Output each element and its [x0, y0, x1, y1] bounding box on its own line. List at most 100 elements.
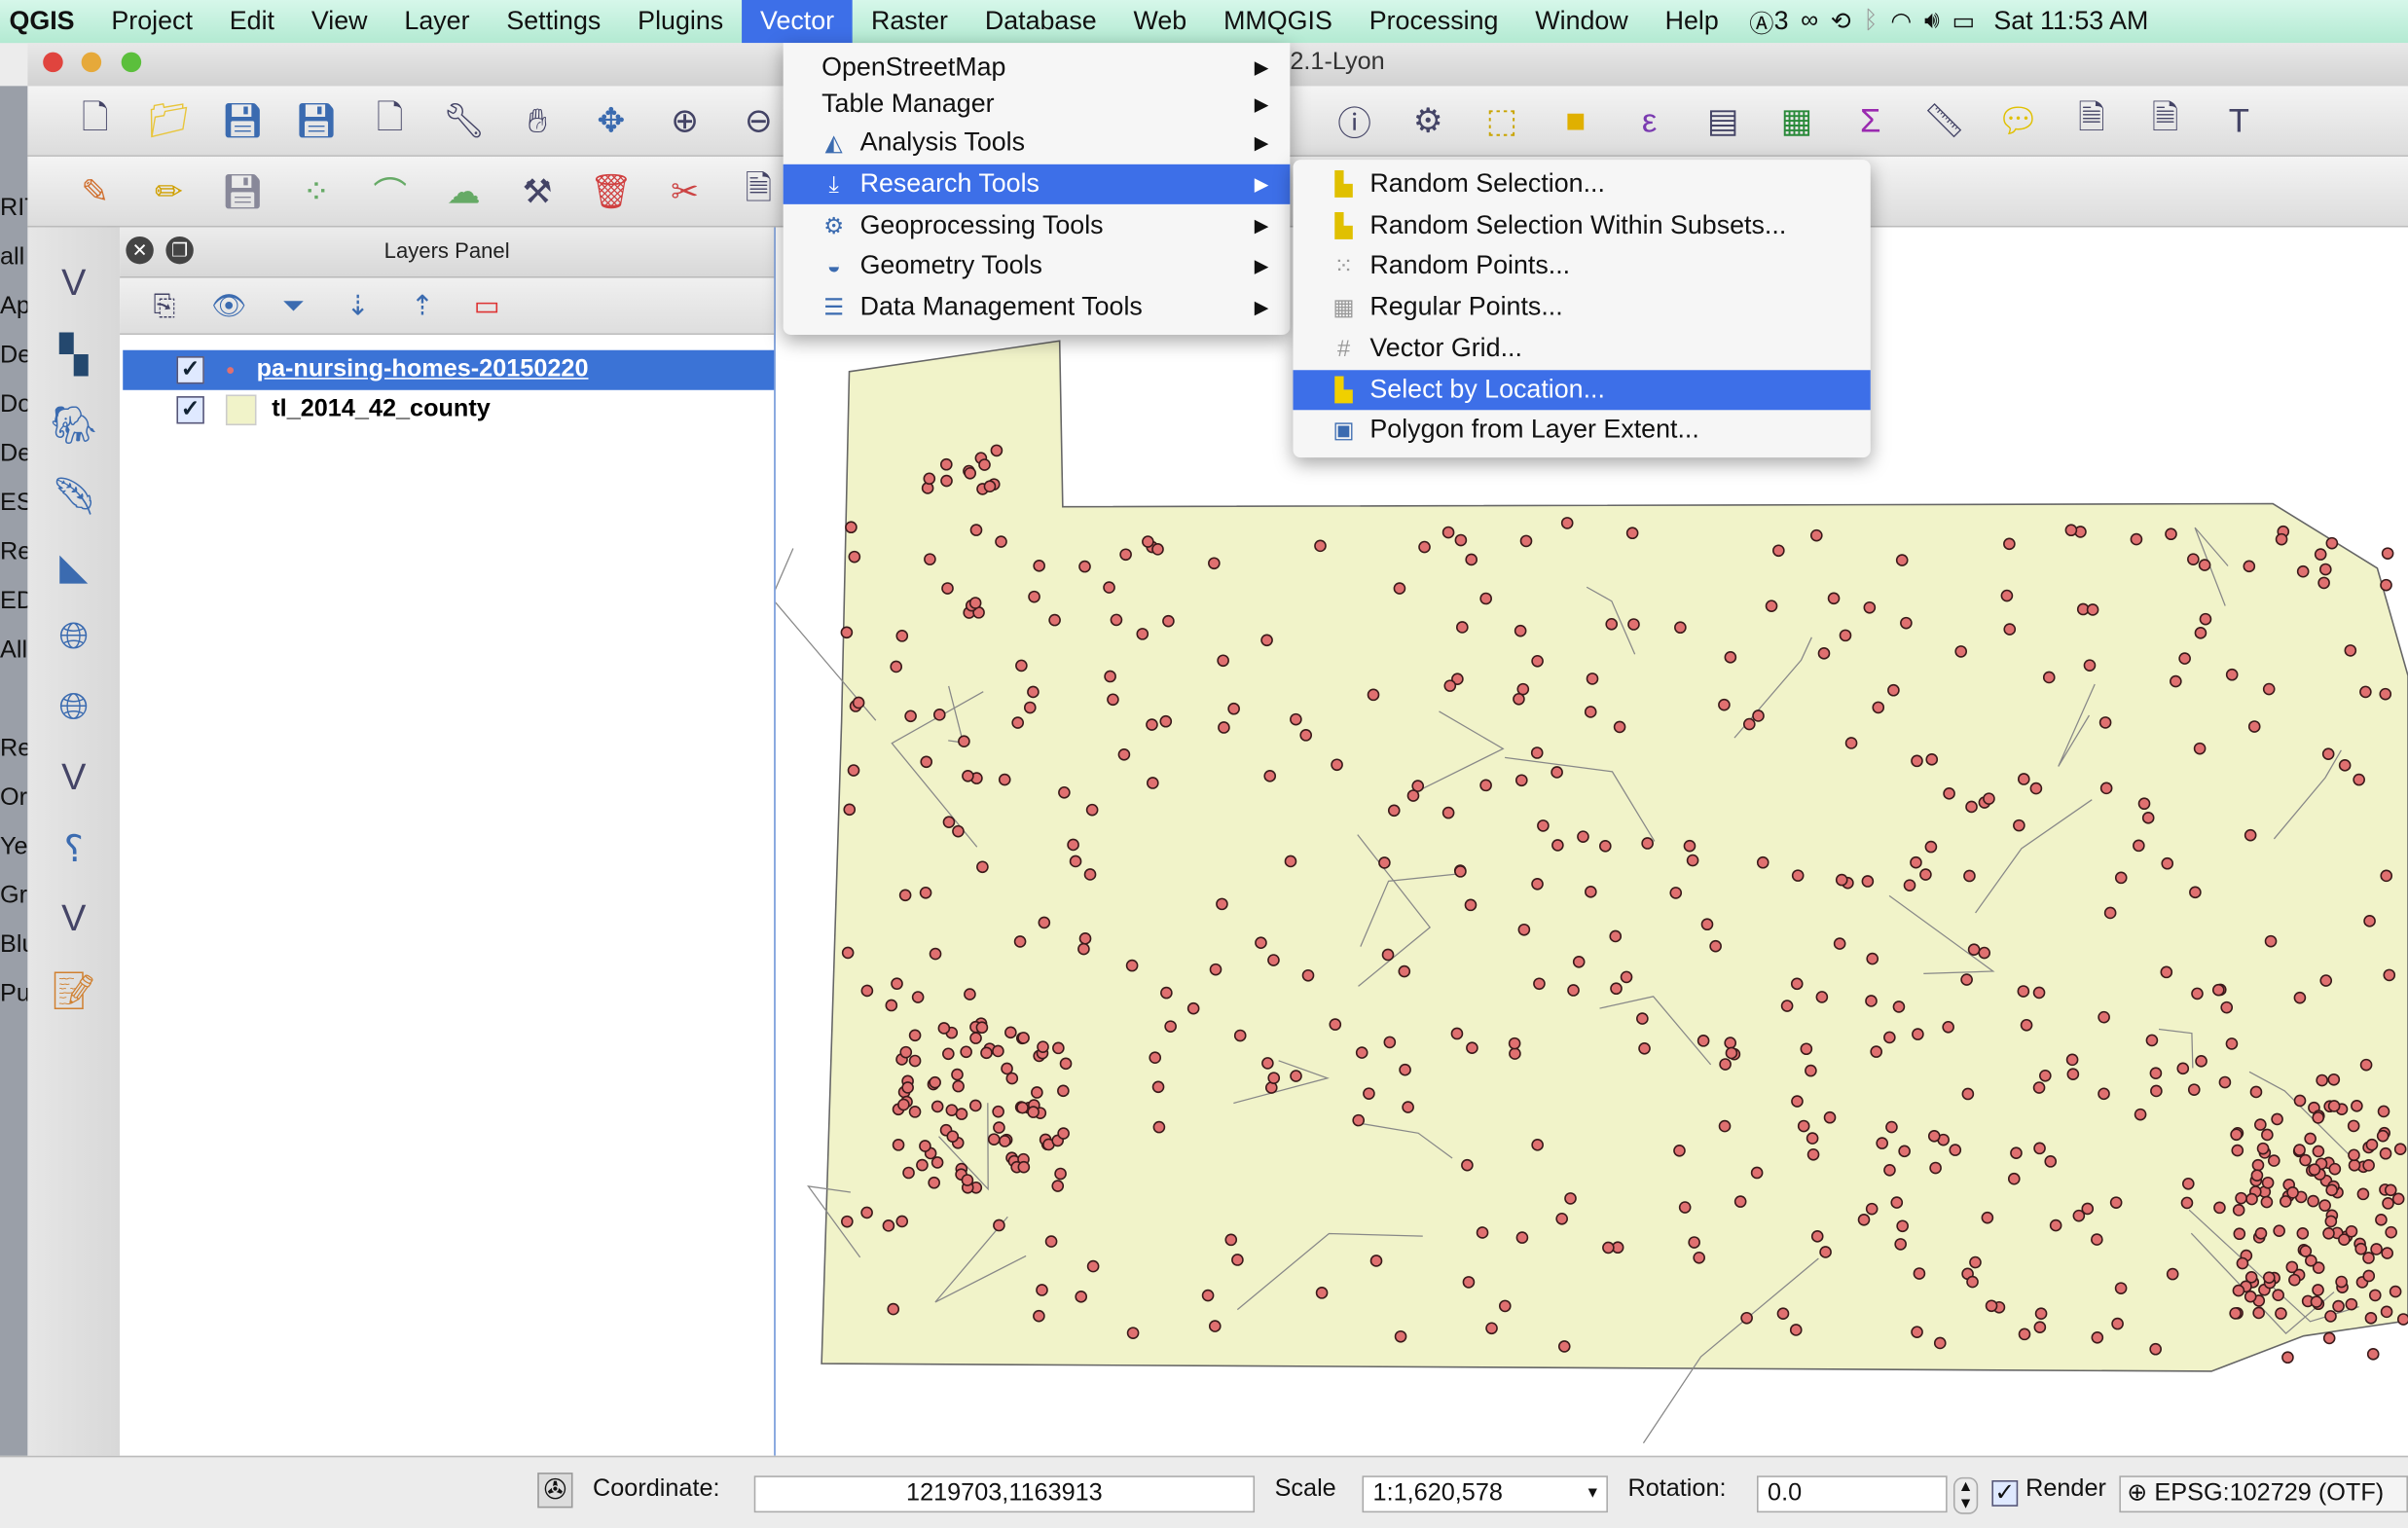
nursing-home-point[interactable] — [1465, 553, 1478, 566]
nursing-home-point[interactable] — [1208, 1320, 1222, 1332]
nursing-home-point[interactable] — [1260, 634, 1273, 647]
nursing-home-point[interactable] — [1969, 1255, 1982, 1269]
nursing-home-point[interactable] — [920, 755, 933, 769]
add-spatialite-layer-icon[interactable]: 🪶︎ — [51, 473, 97, 519]
nursing-home-point[interactable] — [2261, 1176, 2275, 1189]
nursing-home-point[interactable] — [1954, 645, 1968, 658]
nursing-home-point[interactable] — [919, 1140, 931, 1152]
nursing-home-point[interactable] — [1255, 936, 1267, 950]
layer-item-nursing-homes[interactable]: ✓ ● pa-nursing-homes-20150220 — [123, 349, 775, 390]
menu-qgis[interactable]: QGIS — [0, 0, 92, 43]
move-feature-icon[interactable]: ☁︎ — [441, 168, 487, 214]
nursing-home-point[interactable] — [924, 553, 936, 565]
nursing-home-point[interactable] — [2247, 720, 2261, 733]
nursing-home-point[interactable] — [960, 1045, 972, 1059]
nursing-home-point[interactable] — [1686, 854, 1699, 867]
nursing-home-point[interactable] — [2314, 548, 2327, 561]
nursing-home-point[interactable] — [2368, 1289, 2382, 1302]
nursing-home-point[interactable] — [901, 1081, 914, 1094]
nursing-home-point[interactable] — [1164, 1020, 1177, 1033]
nursing-home-point[interactable] — [1929, 1161, 1942, 1175]
nursing-home-point[interactable] — [2348, 1158, 2361, 1172]
add-delimited-text-icon[interactable]: ⸮ — [51, 826, 96, 872]
nursing-home-point[interactable] — [1669, 887, 1683, 899]
nursing-home-point[interactable] — [1519, 534, 1533, 548]
save-as-icon[interactable]: 💾︎ — [293, 97, 339, 143]
pan-icon[interactable]: ✋︎ — [515, 97, 561, 143]
statistics-icon[interactable]: Σ — [1847, 97, 1893, 143]
nursing-home-point[interactable] — [2356, 1187, 2370, 1201]
menu-web[interactable]: Web — [1115, 0, 1206, 43]
nursing-home-point[interactable] — [2293, 1094, 2307, 1108]
nursing-home-point[interactable] — [1103, 581, 1115, 594]
nursing-home-point[interactable] — [1038, 916, 1051, 929]
nursing-home-point[interactable] — [1776, 1307, 1790, 1321]
nursing-home-point[interactable] — [2305, 1255, 2317, 1267]
nursing-home-point[interactable] — [1514, 624, 1527, 637]
nursing-home-point[interactable] — [1892, 1000, 1906, 1013]
nursing-home-point[interactable] — [1476, 1226, 1489, 1239]
nursing-home-point[interactable] — [1387, 804, 1401, 818]
nursing-home-point[interactable] — [2039, 1069, 2052, 1082]
nursing-home-point[interactable] — [2232, 1204, 2245, 1217]
nursing-home-point[interactable] — [2312, 1145, 2325, 1158]
rotation-stepper[interactable]: ▲ ▼ — [1952, 1476, 1979, 1514]
nursing-home-point[interactable] — [2312, 1284, 2324, 1296]
menu-item-analysis-tools[interactable]: ◭ Analysis Tools ▶ — [784, 123, 1291, 163]
nursing-home-point[interactable] — [892, 1139, 905, 1151]
nursing-home-point[interactable] — [2150, 1084, 2163, 1098]
nursing-home-point[interactable] — [1613, 720, 1626, 734]
expand-all-icon[interactable]: ⇣ — [335, 282, 381, 328]
nursing-home-point[interactable] — [1383, 1036, 1397, 1049]
nursing-home-point[interactable] — [990, 444, 1003, 457]
nursing-home-point[interactable] — [2335, 1275, 2348, 1289]
menu-item-table-manager[interactable]: Table Manager ▶ — [784, 85, 1291, 125]
nursing-home-point[interactable] — [2064, 524, 2078, 537]
new-shapefile-icon[interactable]: V — [51, 896, 96, 942]
nursing-home-point[interactable] — [958, 735, 970, 748]
menu-settings[interactable]: Settings — [488, 0, 619, 43]
nursing-home-point[interactable] — [2344, 644, 2357, 657]
filter-legend-icon[interactable]: ⏷ — [271, 282, 316, 328]
nursing-home-point[interactable] — [1863, 600, 1877, 614]
nursing-home-point[interactable] — [1355, 1046, 1368, 1059]
nursing-home-point[interactable] — [2044, 1155, 2058, 1168]
add-vector-layer-icon[interactable]: V — [51, 261, 96, 307]
zoom-window-button[interactable] — [121, 52, 142, 73]
nursing-home-point[interactable] — [1537, 819, 1550, 832]
nursing-home-point[interactable] — [2245, 1192, 2258, 1206]
nursing-home-point[interactable] — [1363, 1087, 1375, 1100]
nursing-home-point[interactable] — [2362, 1159, 2375, 1172]
nursing-home-point[interactable] — [2261, 1128, 2274, 1142]
nursing-home-point[interactable] — [1750, 1166, 1764, 1180]
nursing-home-point[interactable] — [1011, 716, 1024, 729]
nursing-home-point[interactable] — [1441, 806, 1455, 819]
nursing-home-point[interactable] — [1823, 1110, 1837, 1124]
nursing-home-point[interactable] — [2141, 812, 2155, 824]
action-icon[interactable]: ⚙︎ — [1405, 97, 1451, 143]
nursing-home-point[interactable] — [2170, 674, 2182, 688]
nursing-home-point[interactable] — [2396, 1313, 2408, 1326]
nursing-home-point[interactable] — [2286, 1186, 2299, 1199]
nursing-home-point[interactable] — [2191, 987, 2204, 1000]
nursing-home-point[interactable] — [1069, 855, 1082, 868]
nursing-home-point[interactable] — [1718, 1119, 1732, 1133]
nursing-home-point[interactable] — [1231, 1254, 1244, 1266]
nursing-home-point[interactable] — [1883, 1163, 1896, 1177]
nursing-home-point[interactable] — [1756, 855, 1770, 869]
nursing-home-point[interactable] — [845, 521, 857, 534]
nursing-home-point[interactable] — [2181, 1177, 2195, 1190]
cut-features-icon[interactable]: ✂︎ — [662, 168, 708, 214]
nursing-home-point[interactable] — [992, 1044, 1004, 1058]
nursing-home-point[interactable] — [1044, 1235, 1058, 1248]
nursing-home-point[interactable] — [1461, 1158, 1474, 1172]
nursing-home-point[interactable] — [1479, 592, 1492, 605]
nursing-home-point[interactable] — [2365, 1138, 2379, 1151]
nursing-home-point[interactable] — [1697, 1035, 1710, 1047]
nursing-home-point[interactable] — [1261, 1057, 1274, 1070]
nursing-home-point[interactable] — [1023, 701, 1037, 714]
nursing-home-point[interactable] — [2218, 1075, 2232, 1089]
nursing-home-point[interactable] — [1895, 554, 1909, 566]
nursing-home-point[interactable] — [1609, 929, 1623, 943]
nursing-home-point[interactable] — [1865, 1202, 1879, 1216]
